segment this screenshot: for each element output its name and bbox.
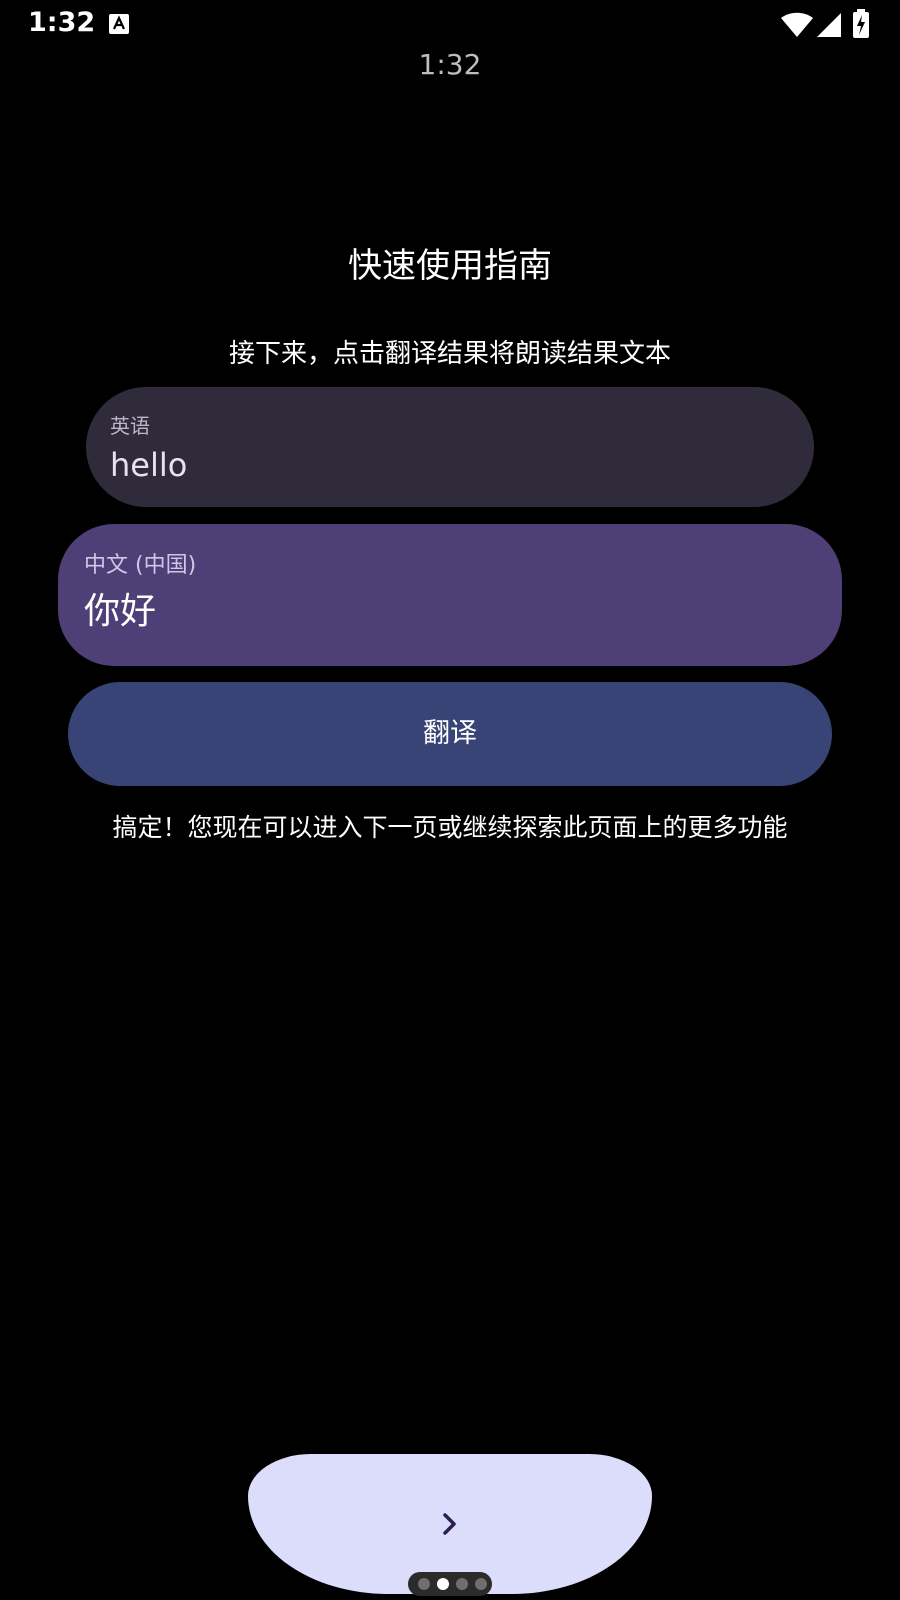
- translation-result-text[interactable]: 你好: [84, 590, 816, 634]
- cell-signal-icon: [817, 13, 841, 37]
- completion-message: 搞定！您现在可以进入下一页或继续探索此页面上的更多功能: [112, 813, 788, 842]
- status-time: 1:32: [28, 7, 96, 38]
- source-text[interactable]: hello: [110, 445, 790, 485]
- page-title: 快速使用指南: [348, 246, 552, 286]
- page-dot-4: [475, 1578, 487, 1590]
- translation-result-card[interactable]: 中文 (中国) 你好: [58, 524, 842, 666]
- battery-charging-icon: [853, 9, 869, 38]
- guide-instruction: 接下来，点击翻译结果将朗读结果文本: [228, 339, 671, 369]
- a-notification-icon: [109, 14, 129, 34]
- page-dot-1: [418, 1578, 430, 1590]
- source-language-label: 英语: [110, 414, 150, 438]
- center-clock: 1:32: [418, 48, 482, 81]
- target-language-label: 中文 (中国): [84, 553, 197, 578]
- status-bar: 1:32: [0, 0, 900, 50]
- chevron-right-icon: [443, 1513, 456, 1535]
- source-input-card[interactable]: 英语 hello: [86, 387, 814, 507]
- page-indicator: [408, 1572, 492, 1596]
- wifi-icon: [781, 12, 813, 37]
- page-dot-2: [437, 1578, 449, 1590]
- page-dot-3: [456, 1578, 468, 1590]
- translate-button[interactable]: 翻译: [68, 682, 832, 786]
